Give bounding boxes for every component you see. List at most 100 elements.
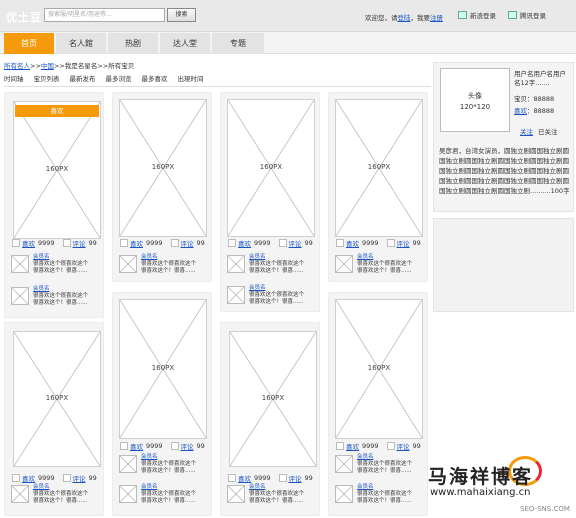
commenter-name[interactable]: 会员名 [141,454,158,461]
product-card[interactable]: 160PX 喜欢 9999 评论 99 会员名 很喜欢这个很喜欢这个很喜欢这个！很喜....… [112,292,212,516]
comments-link[interactable]: 评论 [289,473,302,483]
product-card[interactable]: 160PX 喜欢 9999 评论 99 会员名 很喜欢这个很喜欢这个很喜欢这个！很喜....… [220,322,320,516]
comment-item: 会员名 很喜欢这个很喜欢这个很喜欢这个！很喜...... [335,254,423,277]
product-image-placeholder[interactable]: 160PX [335,99,423,237]
likes-link[interactable]: 喜欢 [130,238,143,248]
comments-count: 99 [304,239,313,247]
comments-link[interactable]: 评论 [73,238,86,248]
comment-icon [278,474,287,482]
commenter-name[interactable]: 会员名 [33,484,50,491]
commenter-avatar[interactable] [227,485,245,503]
commenter-avatar[interactable] [119,255,137,273]
likes-link[interactable]: 喜欢 [22,473,35,483]
sort-appearance-time[interactable]: 出現时间 [178,73,204,86]
profile-name: 用户名用户名用户名12字....... [514,70,566,87]
profile-likes-link[interactable]: 喜欢 [514,107,527,115]
sort-item-list[interactable]: 宝贝列表 [34,73,60,86]
comment-text: 很喜欢这个很喜欢这个很喜欢这个！很喜...... [249,292,305,305]
breadcrumb-china[interactable]: 中国 [41,62,54,70]
nav-tab-topics[interactable]: 专题 [212,33,264,54]
likes-link[interactable]: 喜欢 [238,473,251,483]
product-card[interactable]: 160PX 喜欢 9999 评论 99 会员名 很喜欢这个很喜欢这个很喜欢这个！很喜....… [112,92,212,282]
heart-icon [336,442,344,450]
product-card[interactable]: 160PX 喜欢 喜欢 9999 评论 99 会员名 很喜欢这个很喜欢这个很喜欢这个！很喜..… [4,92,104,318]
like-badge[interactable]: 喜欢 [15,105,99,117]
comment-text: 很喜欢这个很喜欢这个很喜欢这个！很喜...... [141,261,197,274]
comments-link[interactable]: 评论 [181,441,194,451]
comment-icon [170,442,179,450]
commenter-name[interactable]: 会员名 [141,484,158,491]
product-card[interactable]: 160PX 喜欢 9999 评论 99 会员名 很喜欢这个很喜欢这个很喜欢这个！很喜....… [220,92,320,312]
sort-most-viewed[interactable]: 最多浏览 [106,73,132,86]
watermark-title: 马海祥博客 [428,466,534,488]
welcome-text: 欢迎您，请登陆，我要注册 [365,12,443,22]
watermark-url: www.mahaixiang.cn [430,487,531,498]
search-button[interactable]: 搜索 [167,8,196,22]
commenter-avatar[interactable] [227,255,245,273]
commenter-avatar[interactable] [227,286,245,304]
commenter-name[interactable]: 会员名 [33,254,50,261]
card-stats: 喜欢 9999 评论 99 [228,238,313,248]
commenter-name[interactable]: 会员名 [33,286,50,293]
likes-count: 9999 [38,474,55,482]
sort-most-liked[interactable]: 最多喜欢 [142,73,168,86]
product-image-placeholder[interactable]: 160PX [13,101,101,239]
nav-tab-home[interactable]: 首页 [4,33,54,54]
commenter-avatar[interactable] [335,255,353,273]
commenter-name[interactable]: 会员名 [357,484,374,491]
commenter-avatar[interactable] [11,287,29,305]
product-image-placeholder[interactable]: 160PX [335,299,423,439]
likes-link[interactable]: 喜欢 [238,238,251,248]
nav-tab-dramas[interactable]: 热剧 [108,33,158,54]
commenter-avatar[interactable] [335,485,353,503]
comments-link[interactable]: 评论 [73,473,86,483]
commenter-name[interactable]: 会员名 [249,254,266,261]
qq-login-button[interactable]: 腾讯登录 [508,10,546,20]
commenter-avatar[interactable] [11,255,29,273]
login-link[interactable]: 登陆 [398,14,411,22]
commenter-avatar[interactable] [335,455,353,473]
comment-item: 会员名 很喜欢这个很喜欢这个很喜欢这个！很喜...... [119,254,207,277]
comments-link[interactable]: 评论 [181,238,194,248]
commenter-name[interactable]: 会员名 [357,254,374,261]
likes-link[interactable]: 喜欢 [130,441,143,451]
nav-tab-celebrities[interactable]: 名人館 [56,33,106,54]
comments-link[interactable]: 评论 [397,238,410,248]
comments-link[interactable]: 评论 [397,441,410,451]
commenter-name[interactable]: 会员名 [249,285,266,292]
site-logo[interactable]: 优土豆 [6,9,42,25]
product-card[interactable]: 160PX 喜欢 9999 评论 99 会员名 很喜欢这个很喜欢这个很喜欢这个！很喜....… [328,292,428,516]
product-image-placeholder[interactable]: 160PX [229,331,317,467]
sort-timeline[interactable]: 时间轴 [4,73,24,86]
commenter-avatar[interactable] [119,455,137,473]
nav-tab-experts[interactable]: 达人堂 [160,33,210,54]
comment-text: 很喜欢这个很喜欢这个很喜欢这个！很喜...... [141,491,197,504]
likes-link[interactable]: 喜欢 [346,238,359,248]
product-card[interactable]: 160PX 喜欢 9999 评论 99 会员名 很喜欢这个很喜欢这个很喜欢这个！很喜....… [328,92,428,282]
welcome-mid: ，我要 [410,14,431,22]
heart-icon [120,442,128,450]
sina-login-button[interactable]: 新浪登录 [458,10,496,20]
likes-link[interactable]: 喜欢 [346,441,359,451]
commenter-name[interactable]: 会员名 [141,254,158,261]
comment-icon [386,442,395,450]
heart-icon [228,474,236,482]
comment-item: 会员名 很喜欢这个很喜欢这个很喜欢这个！很喜...... [227,484,315,507]
commenter-avatar[interactable] [11,485,29,503]
product-image-placeholder[interactable]: 160PX [227,99,315,237]
welcome-prefix: 欢迎您，请 [365,14,398,22]
commenter-name[interactable]: 会员名 [357,454,374,461]
commenter-avatar[interactable] [119,485,137,503]
commenter-name[interactable]: 会员名 [249,484,266,491]
search-input[interactable]: 搜索服/明星名/用途等... [44,8,165,22]
comments-link[interactable]: 评论 [289,238,302,248]
follow-button[interactable]: 关注 [520,126,533,136]
product-image-placeholder[interactable]: 160PX [119,299,207,439]
sort-latest[interactable]: 最新发布 [70,73,96,86]
product-image-placeholder[interactable]: 160PX [119,99,207,237]
product-card[interactable]: 160PX 喜欢 9999 评论 99 会员名 很喜欢这个很喜欢这个很喜欢这个！很喜....… [4,322,104,516]
breadcrumb-all-celebrities[interactable]: 所有名人 [4,62,30,70]
likes-link[interactable]: 喜欢 [22,238,35,248]
product-image-placeholder[interactable]: 160PX [13,331,101,467]
register-link[interactable]: 注册 [430,14,443,22]
